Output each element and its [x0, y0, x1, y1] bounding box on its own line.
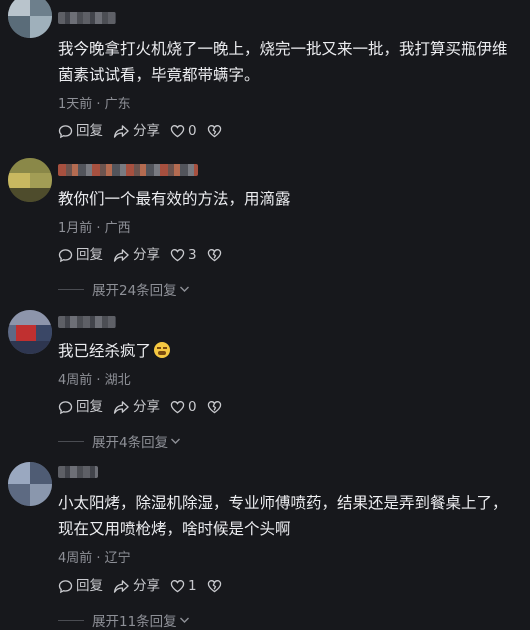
comment-text: 我今晚拿打火机烧了一晚上，烧完一批又来一批，我打算买瓶伊维菌素试试看，毕竟都带螨… — [58, 40, 508, 84]
avatar[interactable] — [8, 0, 52, 38]
username-blurred[interactable] — [58, 466, 98, 478]
like-count: 0 — [188, 123, 197, 139]
expand-replies-label: 展开11条回复 — [92, 614, 177, 630]
divider-line — [58, 619, 84, 621]
chevron-down-icon — [171, 438, 181, 444]
chevron-down-icon — [179, 617, 189, 623]
reply-button[interactable]: 回复 — [58, 121, 103, 141]
comment-meta: 1月前 · 广西 — [58, 221, 131, 236]
reply-button[interactable]: 回复 — [58, 245, 103, 265]
broken-heart-icon — [207, 249, 221, 262]
heart-icon — [170, 249, 185, 262]
reply-bubble-icon — [58, 400, 73, 414]
comment-text: 小太阳烤，除湿机除湿，专业师傅喷药，结果还是弄到餐桌上了，现在又用喷枪烤，啥时候… — [58, 494, 508, 538]
share-arrow-icon — [113, 400, 129, 414]
share-button[interactable]: 分享 — [113, 576, 160, 596]
comment-actions: 回复 分享 0 — [58, 121, 235, 141]
reply-label: 回复 — [76, 578, 103, 594]
username-blurred[interactable] — [58, 164, 198, 176]
dislike-button[interactable] — [207, 579, 225, 593]
expand-replies-label: 展开24条回复 — [92, 283, 177, 299]
avatar[interactable] — [8, 310, 52, 354]
share-label: 分享 — [133, 247, 160, 263]
share-button[interactable]: 分享 — [113, 397, 160, 417]
avatar[interactable] — [8, 462, 52, 506]
comment-text: 我已经杀疯了 — [58, 338, 518, 364]
dislike-button[interactable] — [207, 124, 225, 138]
share-label: 分享 — [133, 123, 160, 139]
tired-face-emoji — [154, 342, 171, 358]
like-button[interactable]: 3 — [170, 245, 197, 265]
like-count: 0 — [188, 399, 197, 415]
comment-item: 我已经杀疯了 4周前 · 湖北 回复 分享 0 展开4条回复 — [0, 302, 530, 452]
reply-bubble-icon — [58, 124, 73, 138]
divider-line — [58, 288, 84, 290]
comment-actions: 回复 分享 0 — [58, 397, 235, 417]
avatar[interactable] — [8, 158, 52, 202]
comment-meta: 1天前 · 广东 — [58, 97, 131, 112]
reply-label: 回复 — [76, 123, 103, 139]
expand-replies-label: 展开4条回复 — [92, 435, 169, 451]
broken-heart-icon — [207, 401, 221, 414]
reply-bubble-icon — [58, 248, 73, 262]
expand-replies-button[interactable]: 展开24条回复 — [58, 279, 190, 299]
like-button[interactable]: 0 — [170, 397, 197, 417]
like-button[interactable]: 0 — [170, 121, 197, 141]
share-arrow-icon — [113, 248, 129, 262]
comment-meta: 4周前 · 辽宁 — [58, 551, 131, 566]
divider-line — [58, 440, 84, 442]
like-count: 1 — [188, 578, 197, 594]
expand-replies-button[interactable]: 展开4条回复 — [58, 431, 181, 451]
username-blurred[interactable] — [58, 12, 116, 24]
share-arrow-icon — [113, 579, 129, 593]
broken-heart-icon — [207, 580, 221, 593]
comment-text: 教你们一个最有效的方法，用滴露 — [58, 190, 291, 208]
expand-replies-button[interactable]: 展开11条回复 — [58, 610, 190, 630]
username-blurred[interactable] — [58, 316, 116, 328]
reply-button[interactable]: 回复 — [58, 397, 103, 417]
share-arrow-icon — [113, 124, 129, 138]
comment-item: 小太阳烤，除湿机除湿，专业师傅喷药，结果还是弄到餐桌上了，现在又用喷枪烤，啥时候… — [0, 454, 530, 630]
share-label: 分享 — [133, 578, 160, 594]
reply-button[interactable]: 回复 — [58, 576, 103, 596]
broken-heart-icon — [207, 125, 221, 138]
share-button[interactable]: 分享 — [113, 245, 160, 265]
chevron-down-icon — [179, 286, 189, 292]
comment-item: 教你们一个最有效的方法，用滴露 1月前 · 广西 回复 分享 3 展开24条回复 — [0, 150, 530, 300]
dislike-button[interactable] — [207, 248, 225, 262]
dislike-button[interactable] — [207, 400, 225, 414]
heart-icon — [170, 125, 185, 138]
heart-icon — [170, 580, 185, 593]
comment-text-content: 我已经杀疯了 — [58, 342, 152, 360]
share-label: 分享 — [133, 399, 160, 415]
comment-actions: 回复 分享 3 — [58, 245, 235, 265]
reply-label: 回复 — [76, 399, 103, 415]
comment-meta: 4周前 · 湖北 — [58, 373, 131, 388]
comment-item: 我今晚拿打火机烧了一晚上，烧完一批又来一批，我打算买瓶伊维菌素试试看，毕竟都带螨… — [0, 0, 530, 150]
share-button[interactable]: 分享 — [113, 121, 160, 141]
reply-label: 回复 — [76, 247, 103, 263]
reply-bubble-icon — [58, 579, 73, 593]
comment-actions: 回复 分享 1 — [58, 576, 235, 596]
like-button[interactable]: 1 — [170, 576, 197, 596]
like-count: 3 — [188, 247, 197, 263]
heart-icon — [170, 401, 185, 414]
